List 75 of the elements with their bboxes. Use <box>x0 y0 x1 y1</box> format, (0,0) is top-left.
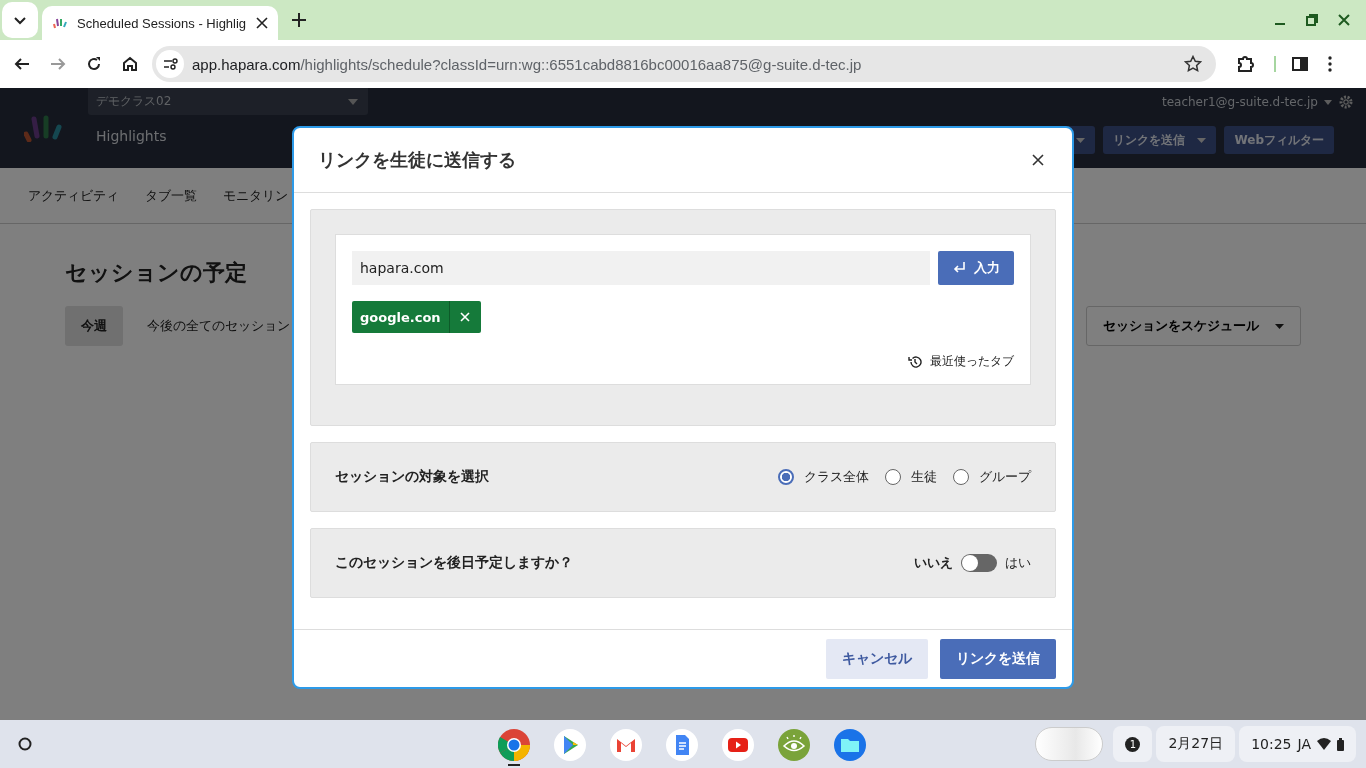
site-settings-icon[interactable] <box>156 50 184 78</box>
hapara-logo-icon <box>24 114 64 142</box>
address-bar[interactable]: app.hapara.com/highlights/schedule?classId=urn:wg::6551cabd8816bc00016aa875@g-suite.d-tec.jp <box>152 46 1216 82</box>
radio-option[interactable]: クラス全体 <box>778 468 869 486</box>
header-button[interactable]: リンクを送信 <box>1103 126 1217 154</box>
nav-link[interactable]: アクティビティ <box>28 186 119 205</box>
schedule-session-button[interactable]: セッションをスケジュール <box>1086 306 1301 346</box>
section-label: このセッションを後日予定しますか？ <box>335 554 573 572</box>
tab-search-icon[interactable] <box>2 2 38 38</box>
caret-icon <box>1076 137 1086 143</box>
screenshot-thumbnails[interactable] <box>1035 727 1104 761</box>
tab-title: Scheduled Sessions - Highlig <box>77 15 247 31</box>
header-button[interactable]: Webフィルター <box>1224 126 1334 154</box>
folder-icon[interactable] <box>834 728 866 761</box>
wifi-icon <box>1317 738 1331 750</box>
send-link-button[interactable]: リンクを送信 <box>940 638 1056 679</box>
side-panel-icon[interactable] <box>1292 56 1308 72</box>
radio-button[interactable] <box>778 469 794 485</box>
nav-link[interactable]: タブ一覧 <box>145 186 197 205</box>
period-tab[interactable]: 今週 <box>65 306 123 346</box>
video-play-icon[interactable] <box>722 728 754 761</box>
radio-button[interactable] <box>953 469 969 485</box>
toggle-label: いいえ <box>914 554 953 572</box>
settings-icon[interactable] <box>1338 94 1354 110</box>
radio-option[interactable]: 生徒 <box>885 468 937 486</box>
page-title: セッションの予定 <box>65 259 247 287</box>
app-name: Highlights <box>96 128 168 144</box>
chrome-icon[interactable] <box>498 728 530 761</box>
forward-icon <box>50 56 66 72</box>
enter-icon <box>952 261 966 275</box>
document-icon[interactable] <box>666 728 698 761</box>
radio-button[interactable] <box>885 469 901 485</box>
input-method: JA <box>1297 736 1311 752</box>
more-icon[interactable] <box>1328 56 1332 72</box>
radio-option[interactable]: グループ <box>953 468 1031 486</box>
recent-tabs-link[interactable]: 最近使ったタブ <box>908 353 1014 370</box>
restore-icon[interactable] <box>1306 14 1318 26</box>
history-icon <box>908 354 922 369</box>
eye-icon[interactable] <box>778 728 810 761</box>
status-area[interactable]: 10:25 JA <box>1239 726 1356 762</box>
notification-pill[interactable]: 1 <box>1113 726 1153 762</box>
caret-icon <box>1275 323 1284 329</box>
close-icon[interactable] <box>256 17 268 29</box>
clock-time: 10:25 <box>1251 736 1292 752</box>
close-icon <box>460 312 471 322</box>
period-tab[interactable]: 今後の全てのセッション <box>131 306 306 346</box>
reload-icon[interactable] <box>86 56 102 72</box>
close-icon[interactable] <box>1338 14 1350 26</box>
mail-icon[interactable] <box>610 728 642 761</box>
back-icon[interactable] <box>14 56 30 72</box>
toggle-label: はい <box>1005 554 1031 572</box>
close-icon[interactable] <box>1032 154 1044 166</box>
launcher-icon[interactable] <box>18 737 32 751</box>
caret-icon <box>348 98 358 105</box>
toggle-switch[interactable] <box>961 554 997 572</box>
new-tab-icon[interactable] <box>292 13 306 27</box>
browser-tab[interactable]: Scheduled Sessions - Highlig <box>42 6 278 40</box>
enter-button[interactable]: 入力 <box>938 251 1014 285</box>
url-text: app.hapara.com/highlights/schedule?classId=urn:wg::6551cabd8816bc00016aa875@g-suite.d-tec.jp <box>192 55 863 73</box>
notification-count: 1 <box>1125 736 1141 752</box>
caret-icon <box>1197 137 1207 143</box>
dialog-title: リンクを生徒に送信する <box>318 148 516 172</box>
url-input[interactable]: hapara.com <box>352 251 930 285</box>
section-label: セッションの対象を選択 <box>335 468 489 486</box>
play-store-icon[interactable] <box>554 728 586 761</box>
cancel-button[interactable]: キャンセル <box>826 638 928 679</box>
caret-icon <box>1324 99 1332 105</box>
battery-icon <box>1337 737 1344 751</box>
account-menu[interactable]: teacher1@g-suite.d-tec.jp <box>1161 95 1318 109</box>
nav-link[interactable]: モニタリン <box>223 186 288 205</box>
home-icon[interactable] <box>122 56 138 72</box>
puzzle-icon[interactable] <box>1236 55 1254 73</box>
date-pill[interactable]: 2月27日 <box>1156 726 1236 762</box>
link-chip: google.con <box>352 301 481 333</box>
star-icon[interactable] <box>1184 55 1202 73</box>
